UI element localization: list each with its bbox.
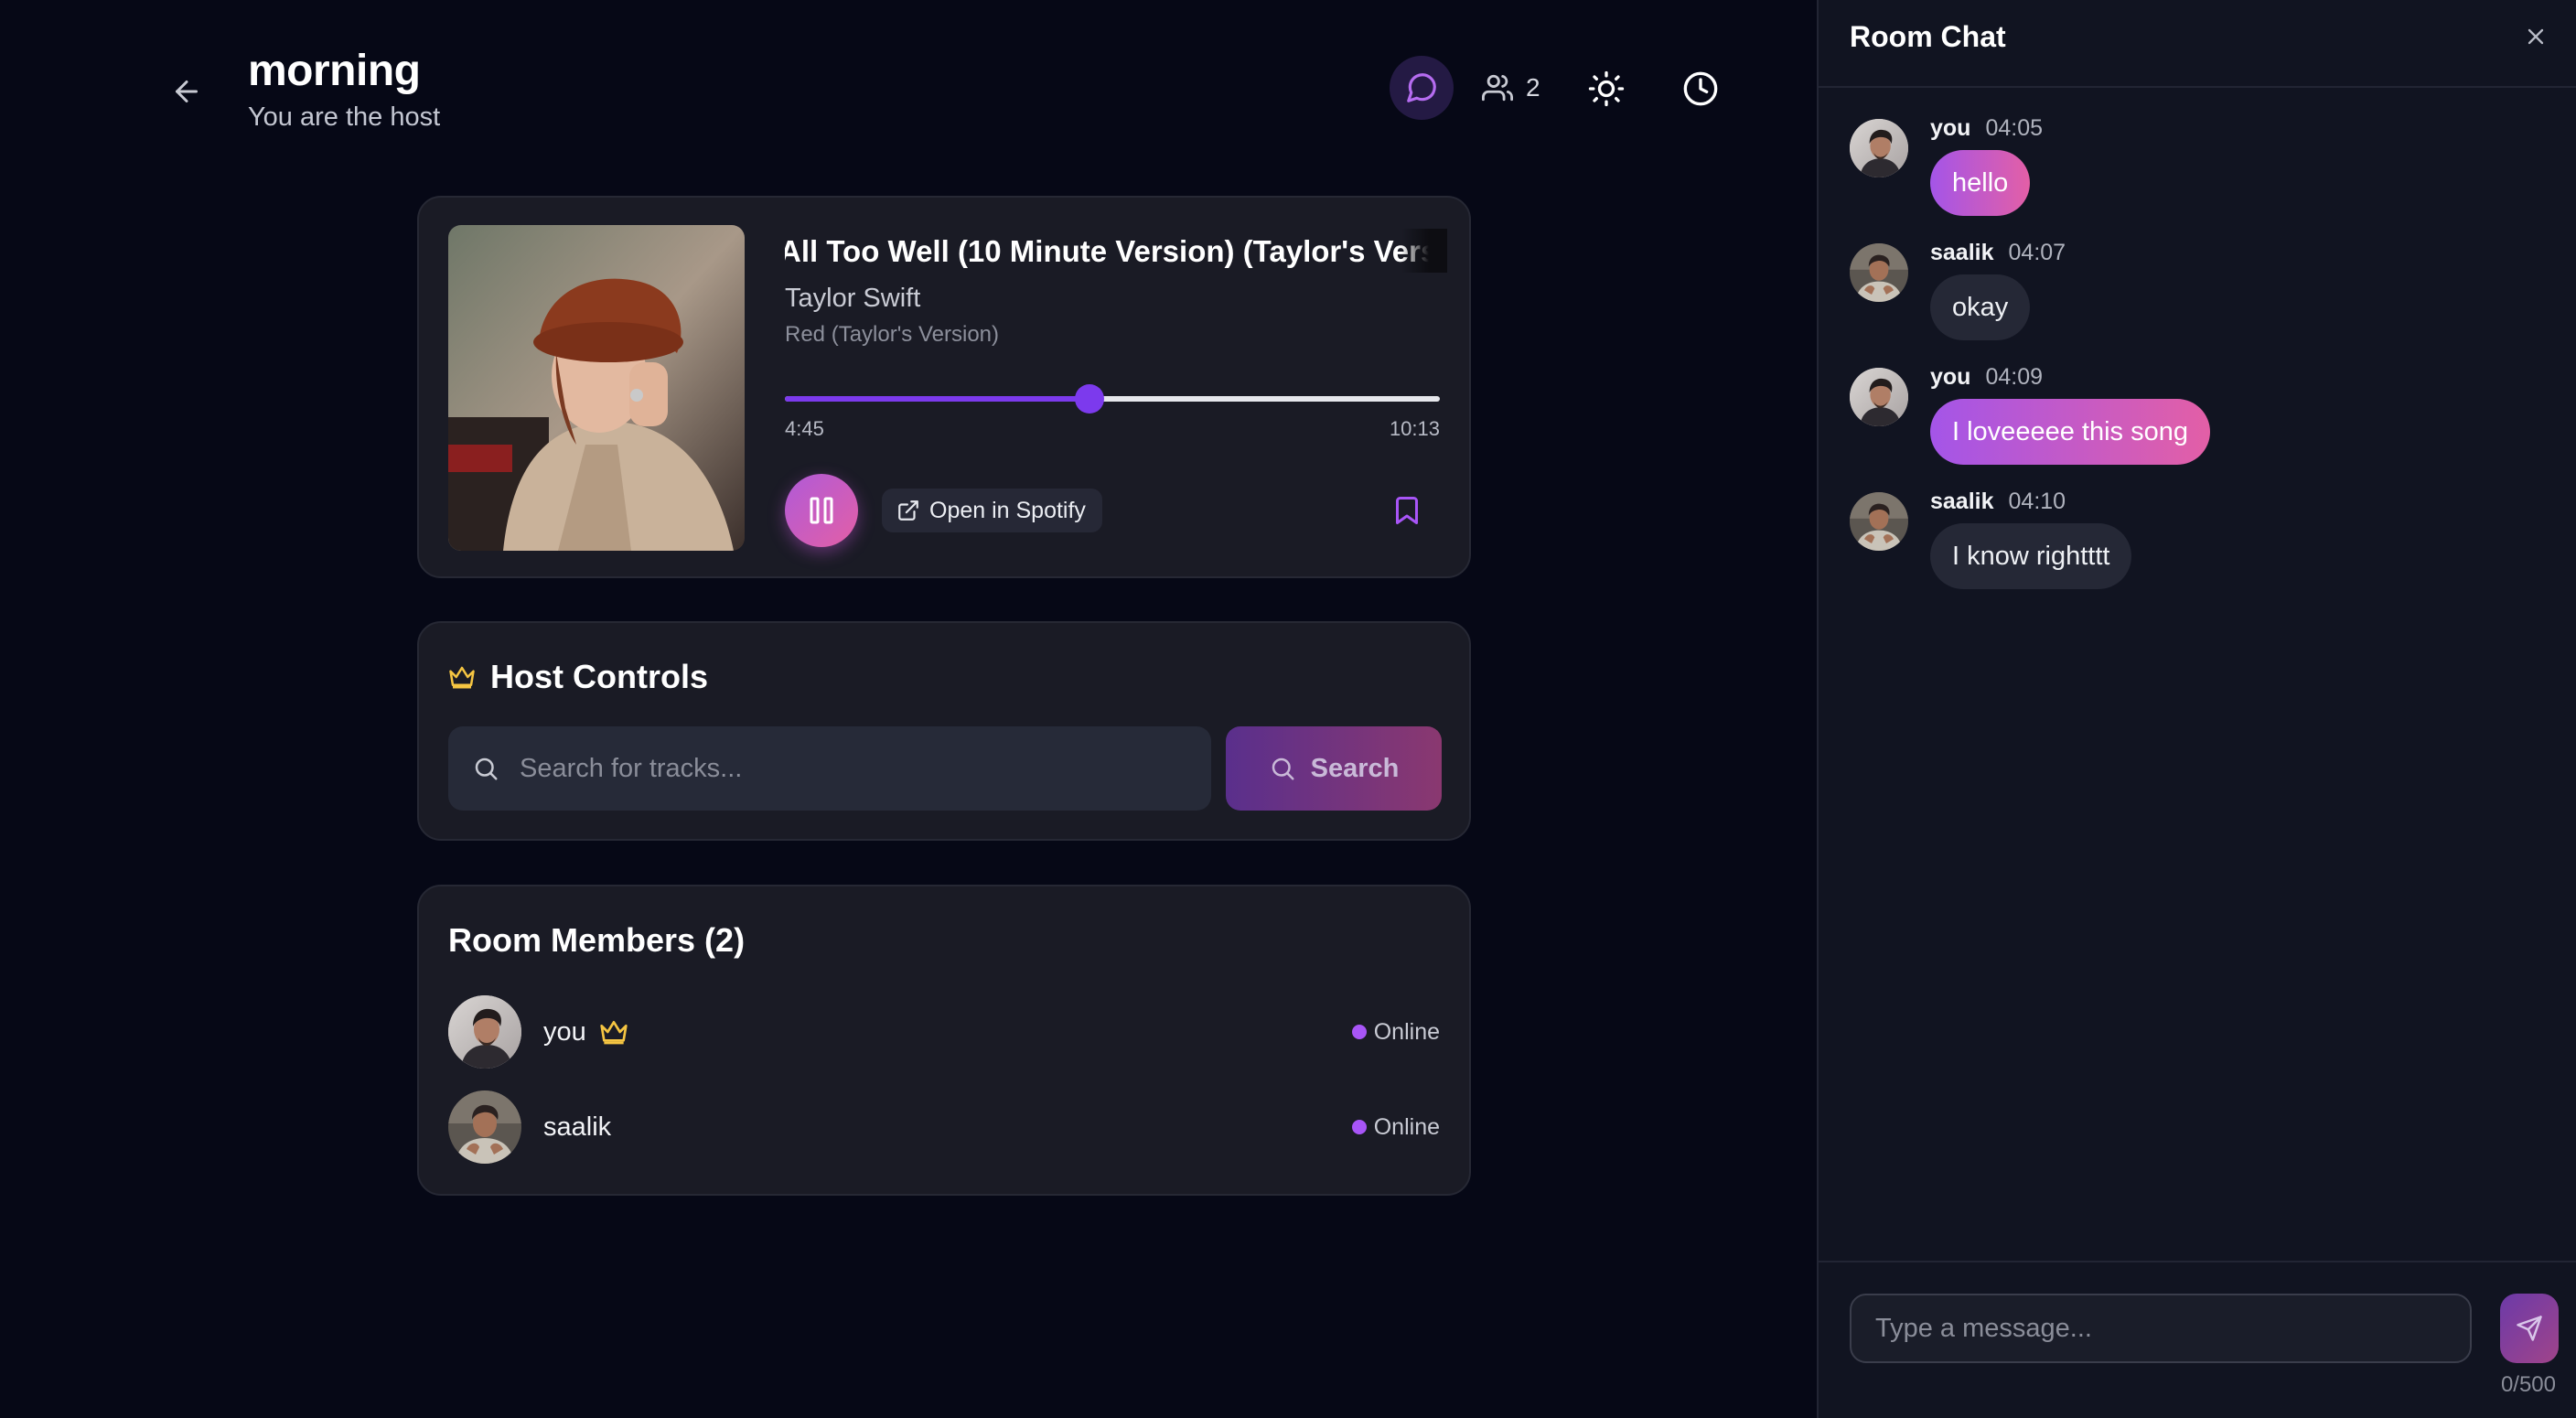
now-playing-card: All Too Well (10 Minute Version) (Taylor…: [417, 196, 1471, 578]
message-bubble: I loveeeee this song: [1930, 399, 2210, 465]
send-icon: [2517, 1316, 2542, 1341]
bookmark-button[interactable]: [1389, 492, 1425, 529]
open-in-spotify-button[interactable]: Open in Spotify: [882, 489, 1102, 532]
status-label: Online: [1373, 1113, 1440, 1140]
message-author: saalik: [1930, 240, 1994, 265]
close-chat-button[interactable]: [2517, 18, 2554, 55]
message-author: saalik: [1930, 489, 1994, 514]
message-input[interactable]: [1875, 1313, 2470, 1344]
message-author: you: [1930, 364, 1971, 390]
track-title: All Too Well (10 Minute Version) (Taylor…: [785, 234, 1445, 268]
progress-thumb[interactable]: [1074, 384, 1104, 414]
member-row: you Online: [448, 995, 1440, 1069]
pause-icon: [810, 497, 833, 524]
chat-footer: 0/500: [1819, 1261, 2576, 1418]
total-time: 10:13: [1389, 417, 1440, 440]
avatar: [1850, 119, 1908, 177]
status-badge: Online: [1351, 1018, 1440, 1046]
room-subtitle: You are the host: [248, 102, 441, 132]
status-badge: Online: [1351, 1113, 1440, 1141]
room-title: morning: [248, 47, 421, 95]
back-button[interactable]: [165, 70, 209, 113]
clock-icon: [1683, 71, 1718, 106]
host-controls-title: Host Controls: [490, 658, 708, 695]
track-album: Red (Taylor's Version): [785, 322, 999, 347]
search-button[interactable]: Search: [1226, 726, 1442, 811]
chat-title: Room Chat: [1850, 20, 2006, 53]
avatar: [1850, 368, 1908, 426]
message-author: you: [1930, 115, 1971, 141]
room-members-title: Room Members (2): [448, 921, 746, 959]
message-timestamp: 04:05: [1985, 115, 2044, 141]
chat-toggle-button[interactable]: [1390, 56, 1454, 120]
member-name: saalik: [543, 1112, 612, 1142]
message-timestamp: 04:10: [2008, 489, 2066, 514]
search-button-label: Search: [1310, 753, 1400, 783]
album-art: [448, 225, 745, 551]
message-bubble: okay: [1930, 274, 2031, 340]
room-chat-panel: Room Chat you 04:05 hello saalik 04:07 o…: [1817, 0, 2576, 1418]
room-members-card: Room Members (2) you Online saalik Onlin…: [417, 885, 1471, 1196]
history-button[interactable]: [1680, 68, 1722, 110]
message-circle-icon: [1407, 73, 1436, 102]
member-count: 2: [1526, 73, 1540, 102]
message-timestamp: 04:07: [2008, 240, 2066, 265]
progress-fill: [785, 396, 1089, 402]
chat-header: Room Chat: [1819, 0, 2576, 88]
track-search-box: [448, 726, 1211, 811]
bookmark-icon: [1396, 497, 1418, 524]
message-bubble: hello: [1930, 150, 2031, 216]
crown-icon: [449, 666, 475, 689]
close-icon: [2528, 28, 2544, 45]
message-timestamp: 04:09: [1985, 364, 2044, 390]
crown-icon: [600, 1021, 628, 1045]
avatar: [1850, 492, 1908, 551]
progress-slider[interactable]: [785, 381, 1440, 417]
avatar: [448, 995, 521, 1069]
character-count: 0/500: [2500, 1372, 2556, 1397]
members-button[interactable]: 2: [1482, 68, 1540, 108]
host-controls-card: Host Controls Search: [417, 621, 1471, 841]
online-dot-icon: [1351, 1120, 1367, 1134]
sun-icon: [1588, 70, 1625, 107]
users-icon: [1482, 74, 1513, 102]
avatar: [1850, 243, 1908, 302]
member-name: you: [543, 1016, 586, 1047]
current-time: 4:45: [785, 417, 824, 440]
open-in-spotify-label: Open in Spotify: [929, 497, 1086, 523]
search-icon: [1272, 757, 1294, 780]
status-label: Online: [1373, 1018, 1440, 1045]
track-artist: Taylor Swift: [785, 284, 921, 313]
search-icon: [475, 757, 498, 780]
avatar: [448, 1090, 521, 1164]
title-fade-overlay: [1401, 229, 1447, 273]
message-bubble: I know rightttt: [1930, 523, 2132, 589]
theme-toggle-button[interactable]: [1585, 68, 1627, 110]
message-input-box: [1850, 1294, 2472, 1363]
external-link-icon: [898, 500, 918, 521]
member-row: saalik Online: [448, 1090, 1440, 1164]
send-button[interactable]: [2500, 1294, 2559, 1363]
arrow-left-icon: [176, 81, 198, 102]
track-search-input[interactable]: [520, 753, 1211, 784]
online-dot-icon: [1351, 1025, 1367, 1039]
pause-button[interactable]: [785, 474, 858, 547]
